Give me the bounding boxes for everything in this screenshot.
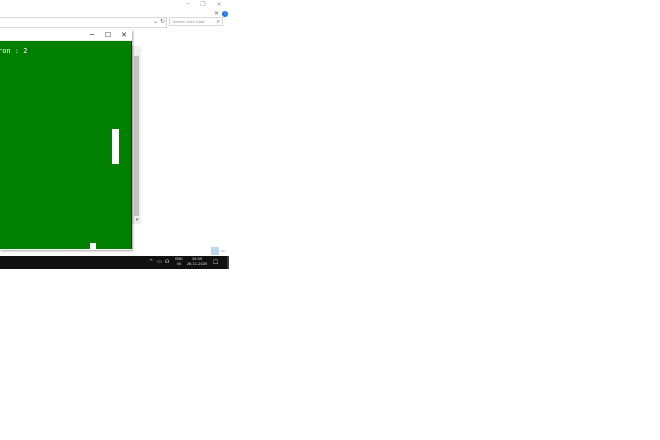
game-close-button[interactable]: ✕	[117, 30, 131, 40]
game-canvas[interactable]: ron : 2	[0, 41, 132, 249]
search-placeholder: Search Lock Grab	[173, 20, 205, 24]
tray-chevron-icon[interactable]: ^	[149, 256, 153, 269]
ball	[90, 243, 96, 249]
network-icon[interactable]: ☊	[165, 256, 169, 269]
chat-icon: ▭	[221, 248, 225, 253]
search-icon[interactable]: ⌕	[217, 18, 220, 26]
browser-scrollbar[interactable]: ▲ ▼	[132, 46, 141, 224]
scrollbar-thumb[interactable]	[134, 56, 139, 216]
scroll-down-icon[interactable]: ▼	[133, 217, 141, 223]
notification-icon[interactable]: ☐	[213, 256, 218, 269]
address-bar[interactable]: ⌄ ↻	[0, 17, 167, 28]
browser-titlebar: ─ ❐ ✕	[0, 0, 229, 9]
language-region: IN	[177, 262, 181, 266]
game-minimize-button[interactable]: ─	[85, 30, 99, 40]
refresh-icon[interactable]: ↻	[160, 18, 165, 26]
show-desktop-button[interactable]	[227, 256, 229, 269]
chevron-down-icon[interactable]: ⌄	[153, 18, 158, 26]
clock-date: 26-11-2020	[186, 262, 208, 266]
paddle	[112, 129, 119, 164]
language-indicator[interactable]: ENG IN	[174, 257, 184, 267]
taskbar: ^ ▭ ☊ ENG IN 20:09 26-11-2020 ☐	[0, 256, 229, 269]
browser-minimize-button[interactable]: ─	[181, 0, 195, 9]
score-text: ron : 2	[0, 47, 28, 55]
taskbar-thumbnail	[211, 247, 219, 255]
game-maximize-button[interactable]: ☐	[101, 30, 115, 40]
game-titlebar[interactable]: ─ ☐ ✕	[0, 30, 132, 41]
browser-restore-button[interactable]: ❐	[196, 0, 210, 9]
browser-close-button[interactable]: ✕	[212, 0, 226, 9]
search-input[interactable]: Search Lock Grab ⌕	[169, 17, 223, 26]
clock[interactable]: 20:09 26-11-2020	[186, 257, 208, 267]
game-window: ─ ☐ ✕ ron : 2	[0, 30, 132, 250]
battery-icon[interactable]: ▭	[157, 256, 162, 269]
